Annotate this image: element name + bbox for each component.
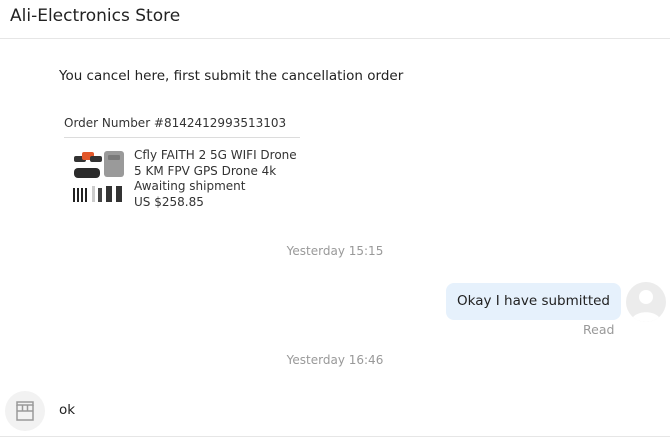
outgoing-message: Okay I have submitted (446, 283, 621, 320)
timestamp: Yesterday 16:46 (286, 353, 384, 367)
product-thumbnail (70, 148, 128, 206)
incoming-message: You cancel here, first submit the cancel… (59, 68, 404, 84)
order-price: US $258.85 (134, 195, 204, 209)
store-avatar[interactable] (5, 391, 45, 431)
order-number: Order Number #8142412993513103 (64, 116, 287, 130)
order-card[interactable]: Order Number #8142412993513103 Cfly FAIT… (64, 112, 300, 212)
store-icon (16, 401, 34, 421)
order-divider (64, 137, 300, 138)
divider (0, 436, 670, 437)
store-title: Ali-Electronics Store (10, 6, 181, 26)
user-avatar[interactable] (626, 282, 666, 322)
timestamp: Yesterday 15:15 (286, 244, 384, 258)
order-status: Awaiting shipment (134, 179, 246, 193)
product-name: Cfly FAITH 2 5G WIFI Drone 5 KM FPV GPS … (134, 148, 297, 178)
chat-header: Ali-Electronics Store (0, 0, 670, 39)
person-icon (631, 290, 661, 322)
read-status: Read (583, 322, 615, 337)
incoming-reply: ok (59, 402, 76, 418)
